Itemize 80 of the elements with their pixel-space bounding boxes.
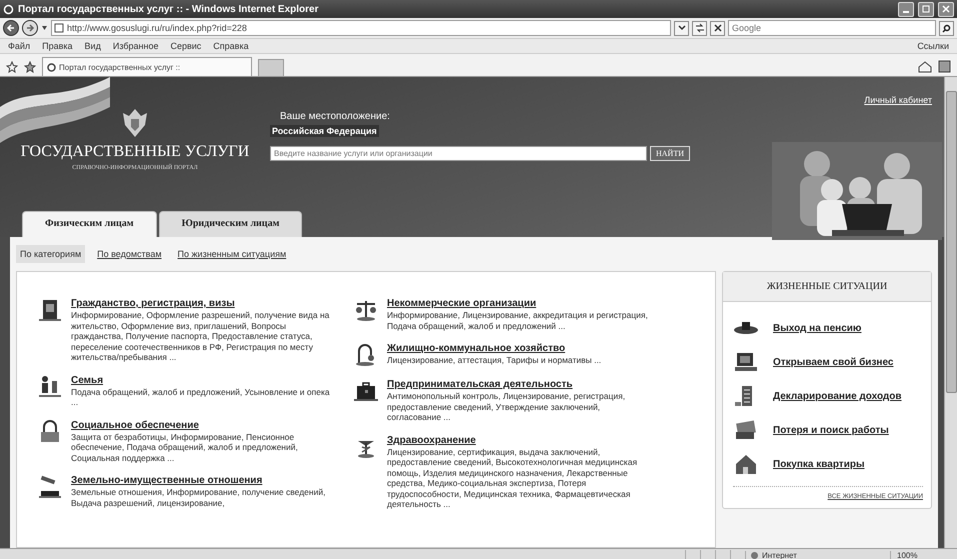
browser-tab[interactable]: Портал государственных услуг :: (42, 57, 252, 76)
audience-tab[interactable]: Физическим лицам (22, 211, 157, 237)
page-icon (47, 62, 56, 72)
chevron-icon (678, 25, 686, 31)
category-link[interactable]: Семья (71, 374, 337, 386)
search-field[interactable]: Google (728, 20, 936, 36)
address-field[interactable]: http://www.gosuslugi.ru/ru/index.php?rid=228 (51, 20, 671, 36)
stop-button[interactable] (710, 20, 725, 36)
people-icon (37, 374, 63, 398)
category-description: Информирование, Лицензирование, аккредитация и регистрация, Подача обращений, жалоб и предложений ... (387, 310, 649, 331)
forward-arrow-icon (25, 23, 35, 33)
stop-icon (714, 24, 722, 32)
category-link[interactable]: Жилищно-коммунальное хозяйство (387, 343, 602, 354)
home-icon[interactable] (918, 60, 932, 73)
browser-logo-icon (3, 4, 14, 14)
category-description: Информирование, Оформление разрешений, получение вида на жительство, Оформление виз, приглашений, Вопросы гражданства, Получение паспорта, Предоставление статуса, переселение соотечественников в РФ, Регистрация по месту жительства/пребывания ... (71, 310, 330, 362)
audience-tab[interactable]: Юридическим лицам (158, 211, 302, 237)
links-menu[interactable]: Ссылки (917, 41, 949, 51)
menu-item[interactable]: Сервис (170, 41, 202, 51)
dropdown-button[interactable] (674, 20, 689, 36)
back-button[interactable] (3, 20, 19, 36)
category-description: Лицензирование, сертификация, выдача заключений, предоставление сведений, Высокотехнологичная медицинская помощь, Изделия медицинского назначения, Лекарственные средства, Медико-социальная экспертиза, Потеря трудоспособности, Медицинская техника, Фармацевтическая деятельность ... (387, 446, 638, 510)
subnav-tab[interactable]: По ведомствам (93, 245, 166, 263)
situation-link[interactable]: Декларирование доходов (773, 390, 902, 402)
back-arrow-icon (6, 23, 16, 33)
scrollbar[interactable] (944, 77, 957, 548)
window-title: Портал государственных услуг :: - Windows Internet Explorer (18, 4, 320, 14)
situation-link[interactable]: Открываем свой бизнес (773, 356, 894, 368)
subnav-tab[interactable]: По категориям (16, 245, 86, 263)
category-link[interactable]: Земельно-имущественные отношения (71, 475, 337, 486)
star-icon[interactable] (24, 61, 36, 73)
logo-title: ГОСУДАРСТВЕННЫЕ УСЛУГИ (20, 143, 250, 161)
situation-link[interactable]: Покупка квартиры (773, 458, 864, 470)
maximize-icon (922, 5, 930, 13)
page-icon (54, 23, 64, 33)
newspaper-icon (733, 418, 759, 442)
refresh-icon (694, 23, 704, 33)
category-link[interactable]: Здравоохранение (387, 434, 653, 446)
location-label: Ваше местоположение: (279, 111, 391, 122)
category-description: Лицензирование, аттестация, Тарифы и нормативы ... (387, 355, 602, 366)
category-description: Земельные отношения, Информирование, получение сведений, Выдача разрешений, лицензирование, (71, 487, 326, 508)
close-button[interactable] (938, 2, 954, 16)
menu-item[interactable]: Вид (84, 41, 101, 51)
monitor-icon (733, 350, 759, 374)
security-zone: Интернет (745, 550, 890, 559)
menu-item[interactable]: Справка (213, 41, 249, 51)
zoom-level[interactable]: 100% (890, 550, 957, 559)
category-link[interactable]: Некоммерческие организации (387, 298, 653, 309)
scales-icon (353, 298, 379, 322)
book-icon (37, 298, 63, 322)
house-icon (733, 452, 759, 476)
subnav-tab[interactable]: По жизненным ситуациям (174, 245, 290, 263)
globe-icon (750, 550, 759, 559)
situation-link[interactable]: Потеря и поиск работы (773, 424, 889, 436)
category-link[interactable]: Предпринимательская деятельность (387, 379, 653, 390)
emblem-icon (120, 107, 150, 139)
situation-link[interactable]: Выход на пенсию (773, 322, 862, 334)
search-button[interactable] (939, 20, 954, 36)
panel-title: ЖИЗНЕННЫЕ СИТУАЦИИ (723, 272, 931, 302)
search-icon (942, 24, 951, 32)
maximize-button[interactable] (918, 2, 934, 16)
close-icon (942, 5, 950, 13)
menu-item[interactable]: Файл (8, 41, 30, 51)
category-link[interactable]: Социальное обеспечение (71, 420, 337, 430)
menu-item[interactable]: Правка (42, 41, 73, 51)
service-search-field[interactable]: Введите название услуги или организации (270, 146, 647, 161)
minimize-button[interactable] (898, 2, 914, 16)
category-description: Подача обращений, жалоб и предложений, Усыновление и опека ... (71, 386, 331, 408)
category-description: Защита от безработицы, Информирование, Пенсионное обеспечение, Подача обращений, жалоб и предложений, Социальная поддержка ... (71, 432, 299, 463)
forward-button[interactable] (22, 20, 38, 36)
feed-icon[interactable] (938, 60, 951, 73)
caret-icon[interactable] (41, 25, 48, 31)
category-description: Антимонопольный контроль, Лицензирование, регистрация, предоставление сведений, Утверждение заключений, согласование ... (387, 391, 626, 422)
account-link[interactable]: Личный кабинет (864, 95, 932, 105)
category-link[interactable]: Гражданство, регистрация, визы (71, 298, 337, 309)
find-button[interactable]: НАЙТИ (650, 146, 690, 161)
star-icon[interactable] (6, 61, 18, 73)
location-link[interactable]: Российская Федерация (270, 125, 379, 137)
refresh-button[interactable] (692, 20, 707, 36)
menu-item[interactable]: Избранное (112, 41, 158, 51)
